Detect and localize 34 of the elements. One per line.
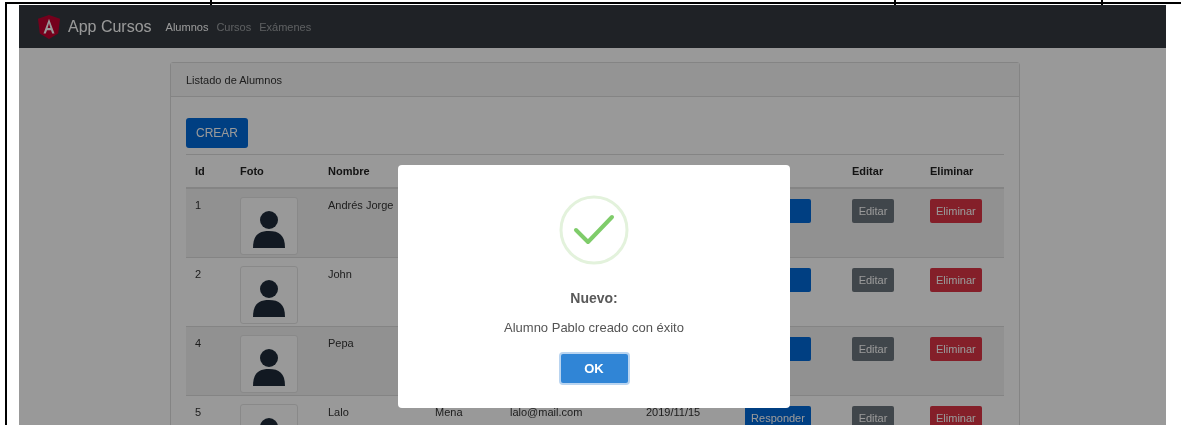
delete-button[interactable]: Eliminar — [930, 268, 982, 292]
create-button[interactable]: CREAR — [186, 118, 248, 148]
success-check-icon — [559, 195, 629, 265]
ok-button[interactable]: OK — [558, 352, 630, 385]
table-cell: Lalo — [328, 406, 349, 418]
edit-button[interactable]: Editar — [852, 199, 894, 223]
table-cell: 2019/11/15 — [646, 406, 701, 418]
column-header: Id — [195, 165, 205, 177]
table-cell: 1 — [195, 199, 202, 211]
delete-button[interactable]: Eliminar — [930, 337, 982, 361]
delete-button[interactable]: Eliminar — [930, 199, 982, 223]
table-cell: 4 — [195, 337, 202, 349]
table-cell: Mena — [435, 406, 463, 418]
shield-logo-icon — [38, 14, 60, 39]
table-cell: lalo@mail.com — [510, 406, 583, 418]
brand-title[interactable]: App Cursos — [68, 17, 152, 36]
edit-button[interactable]: Editar — [852, 406, 894, 425]
column-header: Nombre — [328, 165, 370, 177]
table-cell: Andrés Jorge — [328, 199, 394, 211]
nav-link[interactable]: Alumnos — [165, 20, 209, 33]
table-cell: 2 — [195, 268, 202, 280]
dialog-title: Nuevo: — [570, 290, 618, 306]
delete-button[interactable]: Eliminar — [930, 406, 982, 425]
card-title: Listado de Alumnos — [186, 73, 282, 86]
responder-button[interactable]: Responder — [745, 406, 811, 425]
table-cell: John — [328, 268, 352, 280]
column-header: Editar — [852, 165, 884, 177]
table-cell: Pepa — [328, 337, 354, 349]
column-header: Eliminar — [930, 165, 974, 177]
column-header: Foto — [240, 165, 264, 177]
edit-button[interactable]: Editar — [852, 268, 894, 292]
table-cell: 5 — [195, 406, 202, 418]
dialog-message: Alumno Pablo creado con éxito — [504, 320, 684, 335]
edit-button[interactable]: Editar — [852, 337, 894, 361]
